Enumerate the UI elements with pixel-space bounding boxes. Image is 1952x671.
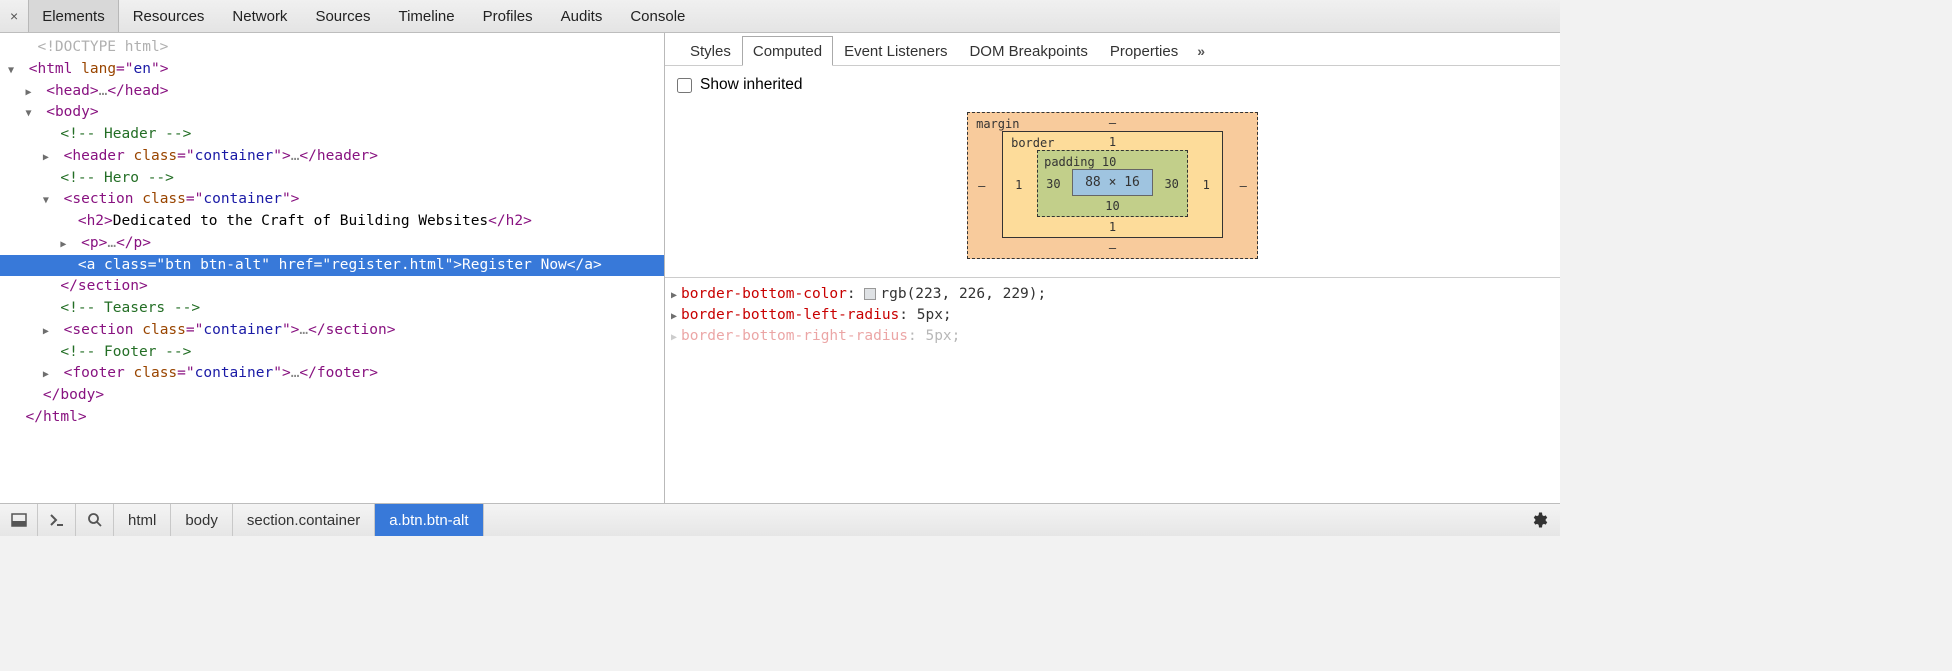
toolbar-tabs: ElementsResourcesNetworkSourcesTimelineP… xyxy=(28,0,699,32)
selected-node[interactable]: <a class="btn btn-alt" href="register.ht… xyxy=(0,255,664,277)
tab-network[interactable]: Network xyxy=(218,0,301,32)
doctype-line: <!DOCTYPE html> xyxy=(37,39,168,55)
computed-properties: border-bottom-color: rgb(223, 226, 229);… xyxy=(665,277,1560,353)
crumb-section-container[interactable]: section.container xyxy=(233,504,375,536)
border-label: border xyxy=(1011,136,1054,150)
crumb-body[interactable]: body xyxy=(171,504,233,536)
crumb-a-btn-btn-alt[interactable]: a.btn.btn-alt xyxy=(375,504,483,536)
padding-label: padding 10 xyxy=(1044,155,1116,169)
tab-console[interactable]: Console xyxy=(616,0,699,32)
side-tab-computed[interactable]: Computed xyxy=(742,36,833,66)
dock-icon[interactable] xyxy=(0,504,38,536)
main-toolbar: × ElementsResourcesNetworkSourcesTimelin… xyxy=(0,0,1560,33)
main-area: <!DOCTYPE html> <html lang="en"> <head>…… xyxy=(0,33,1560,503)
breadcrumb: htmlbodysection.containera.btn.btn-alt xyxy=(114,504,484,536)
show-inherited-row: Show inherited xyxy=(665,66,1560,104)
show-inherited-label: Show inherited xyxy=(700,76,803,94)
show-inherited-checkbox[interactable] xyxy=(677,78,692,93)
side-tab-styles[interactable]: Styles xyxy=(679,36,742,66)
side-tab-event-listeners[interactable]: Event Listeners xyxy=(833,36,958,66)
close-icon[interactable]: × xyxy=(6,8,28,24)
comment-teasers: <!-- Teasers --> xyxy=(60,300,200,316)
box-model: margin – – – – border 1 1 1 1 padding 10… xyxy=(665,104,1560,277)
search-icon[interactable] xyxy=(76,504,114,536)
footer-bar: htmlbodysection.containera.btn.btn-alt xyxy=(0,503,1560,536)
comment-footer: <!-- Footer --> xyxy=(60,344,191,360)
h2-text: Dedicated to the Craft of Building Websi… xyxy=(113,213,488,229)
side-tab-dom-breakpoints[interactable]: DOM Breakpoints xyxy=(958,36,1098,66)
comment-header: <!-- Header --> xyxy=(60,126,191,142)
tab-profiles[interactable]: Profiles xyxy=(469,0,547,32)
tab-timeline[interactable]: Timeline xyxy=(384,0,468,32)
tab-resources[interactable]: Resources xyxy=(119,0,219,32)
computed-prop[interactable]: border-bottom-left-radius: 5px; xyxy=(669,305,1556,326)
console-icon[interactable] xyxy=(38,504,76,536)
content-size: 88 × 16 xyxy=(1072,169,1153,196)
margin-label: margin xyxy=(976,117,1019,131)
crumb-html[interactable]: html xyxy=(114,504,171,536)
tab-audits[interactable]: Audits xyxy=(547,0,617,32)
tab-sources[interactable]: Sources xyxy=(301,0,384,32)
side-tabs-more-icon[interactable]: » xyxy=(1189,37,1213,65)
side-tab-properties[interactable]: Properties xyxy=(1099,36,1189,66)
side-tabs: StylesComputedEvent ListenersDOM Breakpo… xyxy=(665,33,1560,66)
dom-tree-panel[interactable]: <!DOCTYPE html> <html lang="en"> <head>…… xyxy=(0,33,665,503)
gear-icon[interactable] xyxy=(1518,511,1560,529)
styles-panel: StylesComputedEvent ListenersDOM Breakpo… xyxy=(665,33,1560,503)
comment-hero: <!-- Hero --> xyxy=(60,170,174,186)
tab-elements[interactable]: Elements xyxy=(28,0,119,32)
computed-prop[interactable]: border-bottom-right-radius: 5px; xyxy=(669,326,1556,347)
computed-prop[interactable]: border-bottom-color: rgb(223, 226, 229); xyxy=(669,284,1556,305)
